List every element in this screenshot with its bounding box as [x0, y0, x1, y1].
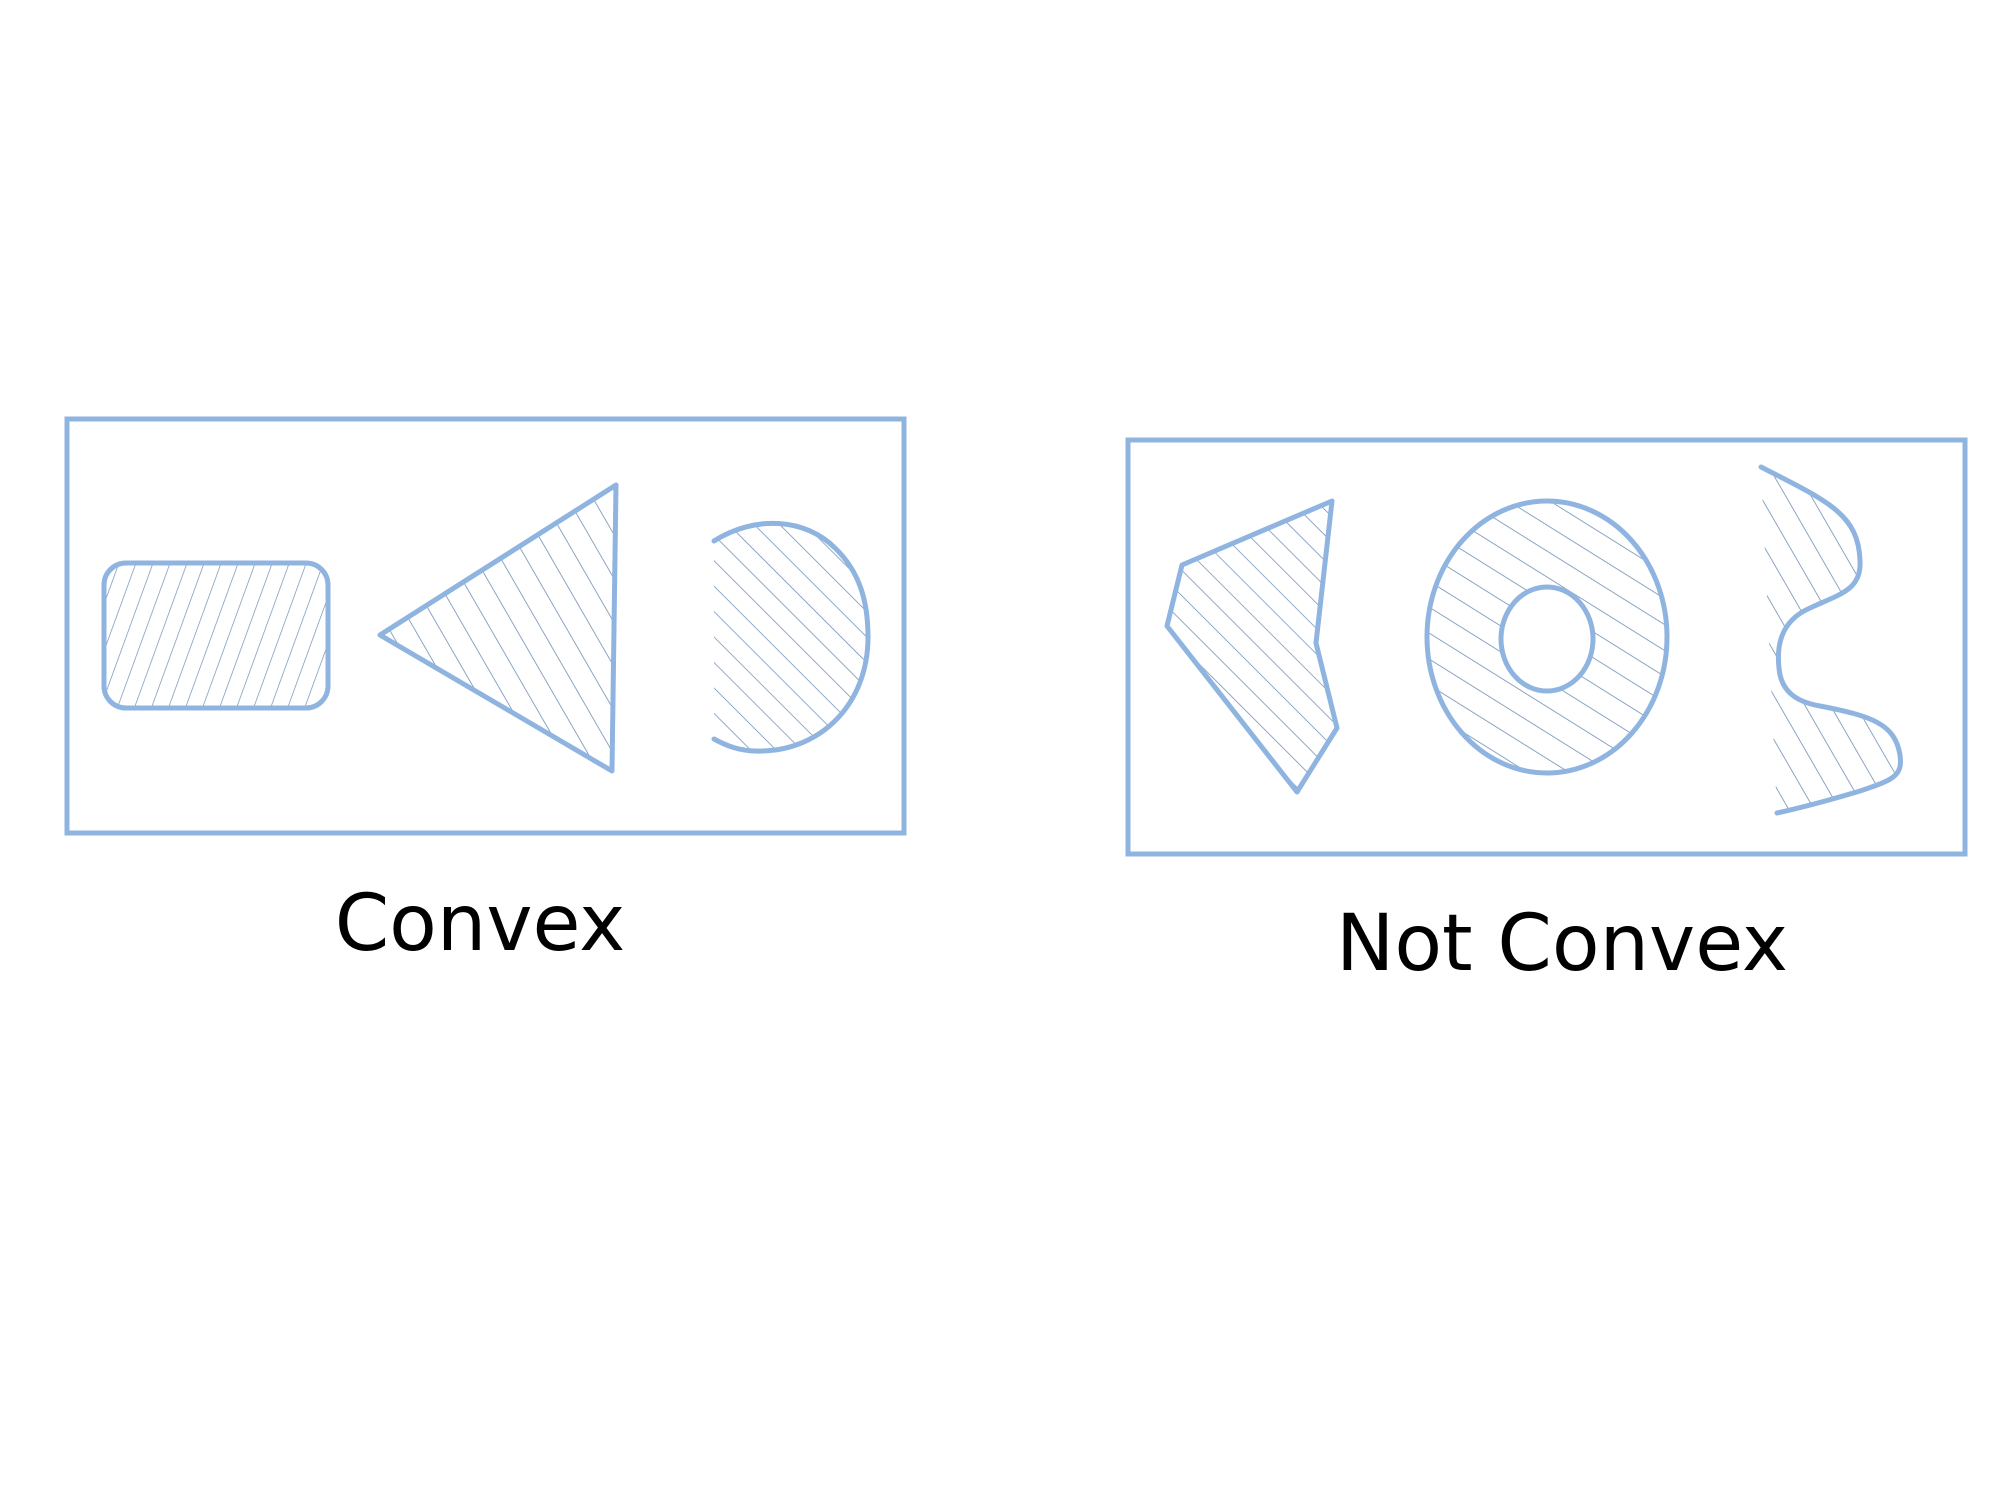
convexity-diagram: Convex Not Convex	[64, 416, 1968, 989]
rounded-rectangle-shape	[101, 560, 331, 711]
ring-shape	[1424, 498, 1670, 776]
not-convex-panel: Not Convex	[1125, 437, 1968, 989]
not-convex-caption: Not Convex	[1336, 899, 1788, 989]
half-disc-shape	[711, 520, 871, 754]
notched-polygon-shape	[1164, 498, 1340, 795]
convex-caption: Convex	[335, 879, 626, 969]
wavy-region-shape	[1758, 464, 1903, 816]
triangle-shape	[377, 482, 619, 774]
convex-panel: Convex	[64, 416, 907, 969]
